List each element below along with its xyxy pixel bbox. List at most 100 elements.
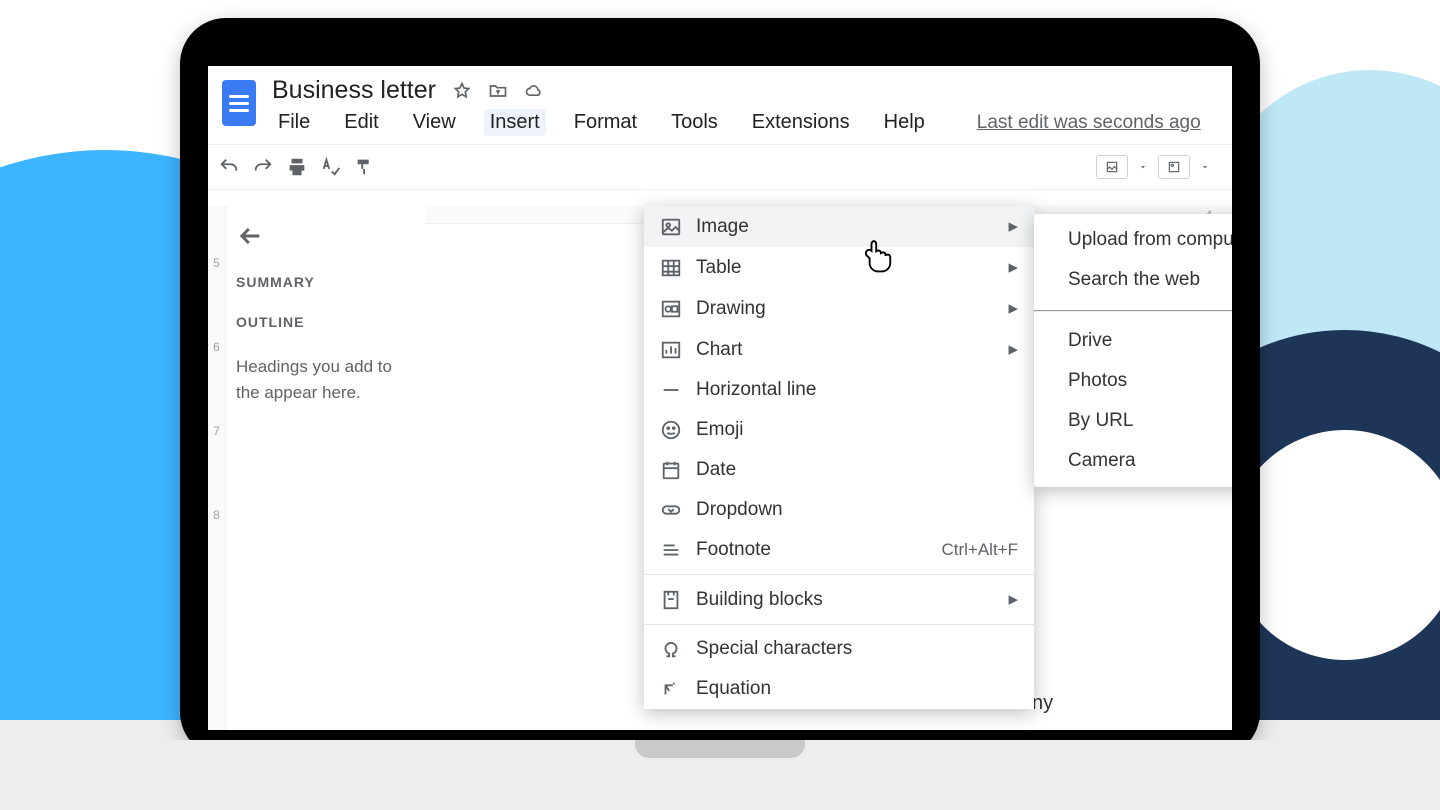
laptop-base <box>12 740 1428 810</box>
doc-line: ny <box>1032 686 1232 720</box>
chart-icon <box>660 339 682 361</box>
submenu-item-label: Camera <box>1068 450 1136 472</box>
move-folder-icon[interactable] <box>488 81 508 101</box>
menu-divider <box>1034 310 1232 312</box>
menubar: File Edit View Insert Format Tools Exten… <box>272 105 1224 144</box>
submenu-arrow-icon: ▸ <box>1008 297 1018 320</box>
submenu-item-camera[interactable]: Camera <box>1034 441 1232 481</box>
menu-item-label: Chart <box>696 339 742 361</box>
menu-item-dropdown[interactable]: Dropdown <box>644 490 1034 530</box>
menu-item-chart[interactable]: Chart ▸ <box>644 329 1034 370</box>
sidebar-back-icon[interactable] <box>236 222 264 250</box>
toolbar-select-1[interactable] <box>1096 155 1128 179</box>
outline-sidebar: SUMMARY OUTLINE Headings you add to the … <box>226 206 426 730</box>
menu-item-label: Dropdown <box>696 499 783 521</box>
print-icon[interactable] <box>286 156 308 178</box>
menu-item-label: Emoji <box>696 419 744 441</box>
chevron-down-icon[interactable] <box>1200 162 1210 172</box>
menu-item-drawing[interactable]: Drawing ▸ <box>644 288 1034 329</box>
undo-icon[interactable] <box>218 156 240 178</box>
menu-view[interactable]: View <box>407 109 462 136</box>
spellcheck-icon[interactable] <box>320 156 342 178</box>
menu-item-building-blocks[interactable]: Building blocks ▸ <box>644 579 1034 620</box>
ruler-tick: 6 <box>213 340 220 354</box>
submenu-item-by-url[interactable]: By URL <box>1034 401 1232 441</box>
main-area: 5 6 7 8 SUMMARY OUTLINE Headings you add… <box>208 206 1232 730</box>
submenu-item-search-web[interactable]: Search the web <box>1034 260 1232 300</box>
menu-file[interactable]: File <box>272 109 316 136</box>
building-blocks-icon <box>660 589 682 611</box>
menu-item-date[interactable]: Date <box>644 450 1034 490</box>
chevron-down-icon[interactable] <box>1138 162 1148 172</box>
last-edit-link[interactable]: Last edit was seconds ago <box>977 112 1201 134</box>
menu-item-image[interactable]: Image ▸ <box>644 206 1034 247</box>
menu-edit[interactable]: Edit <box>338 109 384 136</box>
document-canvas[interactable]: 4 gue nihil i claritatem raverunt le ny … <box>426 206 1232 730</box>
laptop-notch <box>635 740 805 758</box>
menu-item-special-characters[interactable]: Special characters <box>644 629 1034 669</box>
image-icon <box>660 216 682 238</box>
menu-item-label: Building blocks <box>696 589 823 611</box>
emoji-icon <box>660 419 682 441</box>
submenu-item-label: Drive <box>1068 330 1112 352</box>
menu-item-label: Horizontal line <box>696 379 816 401</box>
image-submenu: Upload from computer Search the web Driv… <box>1034 214 1232 487</box>
submenu-item-photos[interactable]: Photos <box>1034 361 1232 401</box>
menu-item-label: Special characters <box>696 638 852 660</box>
menu-divider <box>644 624 1034 625</box>
date-icon <box>660 459 682 481</box>
outline-empty-hint: Headings you add to the appear here. <box>236 354 416 405</box>
equation-icon <box>660 678 682 700</box>
horizontal-line-icon <box>660 379 682 401</box>
submenu-arrow-icon: ▸ <box>1008 338 1018 361</box>
redo-icon[interactable] <box>252 156 274 178</box>
summary-heading: SUMMARY <box>236 274 416 290</box>
menu-tools[interactable]: Tools <box>665 109 724 136</box>
menu-item-label: Equation <box>696 678 771 700</box>
toolbar <box>208 144 1232 190</box>
omega-icon <box>660 638 682 660</box>
vertical-ruler: 5 6 7 8 <box>208 206 226 730</box>
submenu-item-upload[interactable]: Upload from computer <box>1034 220 1232 260</box>
ruler-tick: 7 <box>213 424 220 438</box>
menu-item-equation[interactable]: Equation <box>644 669 1034 709</box>
menu-divider <box>644 574 1034 575</box>
menu-item-emoji[interactable]: Emoji <box>644 410 1034 450</box>
submenu-item-label: Upload from computer <box>1068 229 1232 251</box>
submenu-item-label: Photos <box>1068 370 1127 392</box>
submenu-item-drive[interactable]: Drive <box>1034 321 1232 361</box>
menu-help[interactable]: Help <box>878 109 931 136</box>
table-icon <box>660 257 682 279</box>
shortcut-text: Ctrl+Alt+F <box>941 540 1018 560</box>
menu-extensions[interactable]: Extensions <box>746 109 856 136</box>
menu-insert[interactable]: Insert <box>484 109 546 136</box>
outline-heading: OUTLINE <box>236 314 416 330</box>
toolbar-select-2[interactable] <box>1158 155 1190 179</box>
menu-item-footnote[interactable]: Footnote Ctrl+Alt+F <box>644 530 1034 570</box>
submenu-item-label: Search the web <box>1068 269 1200 291</box>
star-icon[interactable] <box>452 81 472 101</box>
dropdown-icon <box>660 499 682 521</box>
menu-item-label: Footnote <box>696 539 771 561</box>
ruler-tick: 5 <box>213 256 220 270</box>
app-header: Business letter File Edit View Insert <box>208 66 1232 144</box>
document-title[interactable]: Business letter <box>272 76 436 105</box>
menu-format[interactable]: Format <box>568 109 643 136</box>
drawing-icon <box>660 298 682 320</box>
cloud-status-icon[interactable] <box>524 81 544 101</box>
google-docs-logo-icon[interactable] <box>222 80 256 126</box>
insert-menu: Image ▸ Table ▸ Drawing ▸ <box>644 206 1034 709</box>
menu-item-horizontal-line[interactable]: Horizontal line <box>644 370 1034 410</box>
footnote-icon <box>660 539 682 561</box>
menu-item-table[interactable]: Table ▸ <box>644 247 1034 288</box>
submenu-arrow-icon: ▸ <box>1008 256 1018 279</box>
laptop-frame: Business letter File Edit View Insert <box>180 18 1260 758</box>
menu-item-label: Date <box>696 459 736 481</box>
paint-format-icon[interactable] <box>354 156 376 178</box>
submenu-arrow-icon: ▸ <box>1008 215 1018 238</box>
laptop-screen: Business letter File Edit View Insert <box>208 66 1232 730</box>
menu-item-label: Image <box>696 216 749 238</box>
pointer-cursor-icon <box>864 239 894 273</box>
submenu-item-label: By URL <box>1068 410 1133 432</box>
submenu-arrow-icon: ▸ <box>1008 588 1018 611</box>
